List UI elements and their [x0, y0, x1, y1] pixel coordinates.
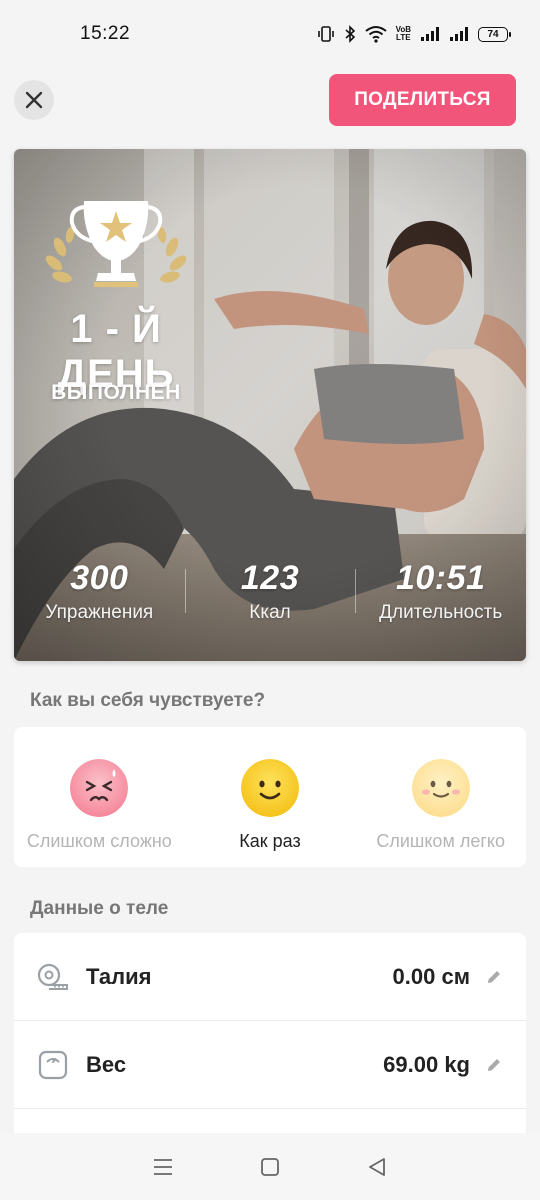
- stat-label: Длительность: [379, 602, 503, 623]
- vibrate-icon: [317, 26, 334, 42]
- body-row-label: Талия: [86, 963, 152, 989]
- back-button[interactable]: [362, 1152, 392, 1182]
- signal-icon-2: [450, 27, 468, 41]
- status-icons: VoB LTE 74: [317, 25, 511, 43]
- feeling-label: Слишком сложно: [26, 831, 172, 851]
- status-bar: 15:22 VoB LTE 74: [0, 0, 540, 68]
- home-button[interactable]: [255, 1152, 285, 1182]
- stat-label: Упражнения: [45, 602, 154, 623]
- body-row-value: 69.00 kg: [383, 1051, 470, 1077]
- feeling-label: Как раз: [239, 831, 301, 851]
- menu-button[interactable]: [148, 1152, 178, 1182]
- close-icon: [25, 91, 43, 109]
- volte-indicator: VoB LTE: [396, 26, 411, 42]
- tired-face-icon: [70, 759, 129, 817]
- feelings-title: Как вы себя чувствуете?: [30, 690, 266, 711]
- body-row-label: Вес: [86, 1051, 127, 1077]
- feeling-too-easy[interactable]: Слишком легко: [355, 727, 526, 867]
- stat-label: Ккал: [249, 602, 291, 623]
- share-button[interactable]: ПОДЕЛИТЬСЯ: [329, 74, 516, 126]
- stat-calories: 123 Ккал: [184, 559, 356, 639]
- pencil-icon[interactable]: [484, 967, 504, 987]
- smile-face-icon: [241, 759, 299, 817]
- happy-face-icon: [411, 759, 470, 817]
- volte-bottom: LTE: [396, 33, 411, 42]
- tape-measure-icon: [36, 960, 70, 994]
- stat-exercises: 300 Упражнения: [14, 559, 185, 639]
- battery-icon: 74: [478, 26, 511, 42]
- back-triangle-icon: [368, 1157, 385, 1176]
- status-time: 15:22: [80, 23, 131, 44]
- system-nav-bar: [0, 1133, 540, 1200]
- menu-icon: [154, 1158, 173, 1175]
- stat-duration: 10:51 Длительность: [355, 559, 526, 639]
- scale-icon: [36, 1048, 70, 1082]
- close-button[interactable]: [14, 80, 54, 120]
- signal-icon: [421, 27, 439, 41]
- stat-value: 300: [70, 559, 129, 597]
- stat-value: 123: [240, 559, 300, 597]
- body-row-waist[interactable]: Талия 0.00 см: [14, 933, 526, 1021]
- stat-value: 10:51: [395, 559, 486, 597]
- body-row-weight[interactable]: Вес 69.00 kg: [14, 1021, 526, 1109]
- workout-stats: 300 Упражнения 123 Ккал 10:51 Длительнос…: [14, 559, 526, 639]
- body-data-title: Данные о теле: [30, 898, 169, 919]
- body-data-card: Талия 0.00 см Вес 69.00 kg: [14, 933, 526, 1133]
- feeling-label: Слишком легко: [376, 831, 505, 851]
- feeling-just-right[interactable]: Как раз: [185, 727, 356, 867]
- battery-level: 74: [487, 28, 499, 40]
- wifi-icon: [364, 26, 387, 43]
- day-status: ВЫПОЛНЕН: [51, 381, 181, 404]
- workout-complete-card: 1 - Й ДЕНЬ ВЫПОЛНЕН 300 Упражнения 123 К…: [14, 149, 526, 661]
- feeling-too-hard[interactable]: Слишком сложно: [14, 727, 185, 867]
- home-square-icon: [261, 1157, 279, 1176]
- bluetooth-icon: [345, 25, 355, 43]
- pencil-icon[interactable]: [484, 1055, 504, 1075]
- feelings-card: Слишком сложно Как раз Слишком легко: [14, 727, 526, 867]
- trophy-icon: [45, 201, 187, 287]
- body-row-value: 0.00 см: [392, 963, 470, 989]
